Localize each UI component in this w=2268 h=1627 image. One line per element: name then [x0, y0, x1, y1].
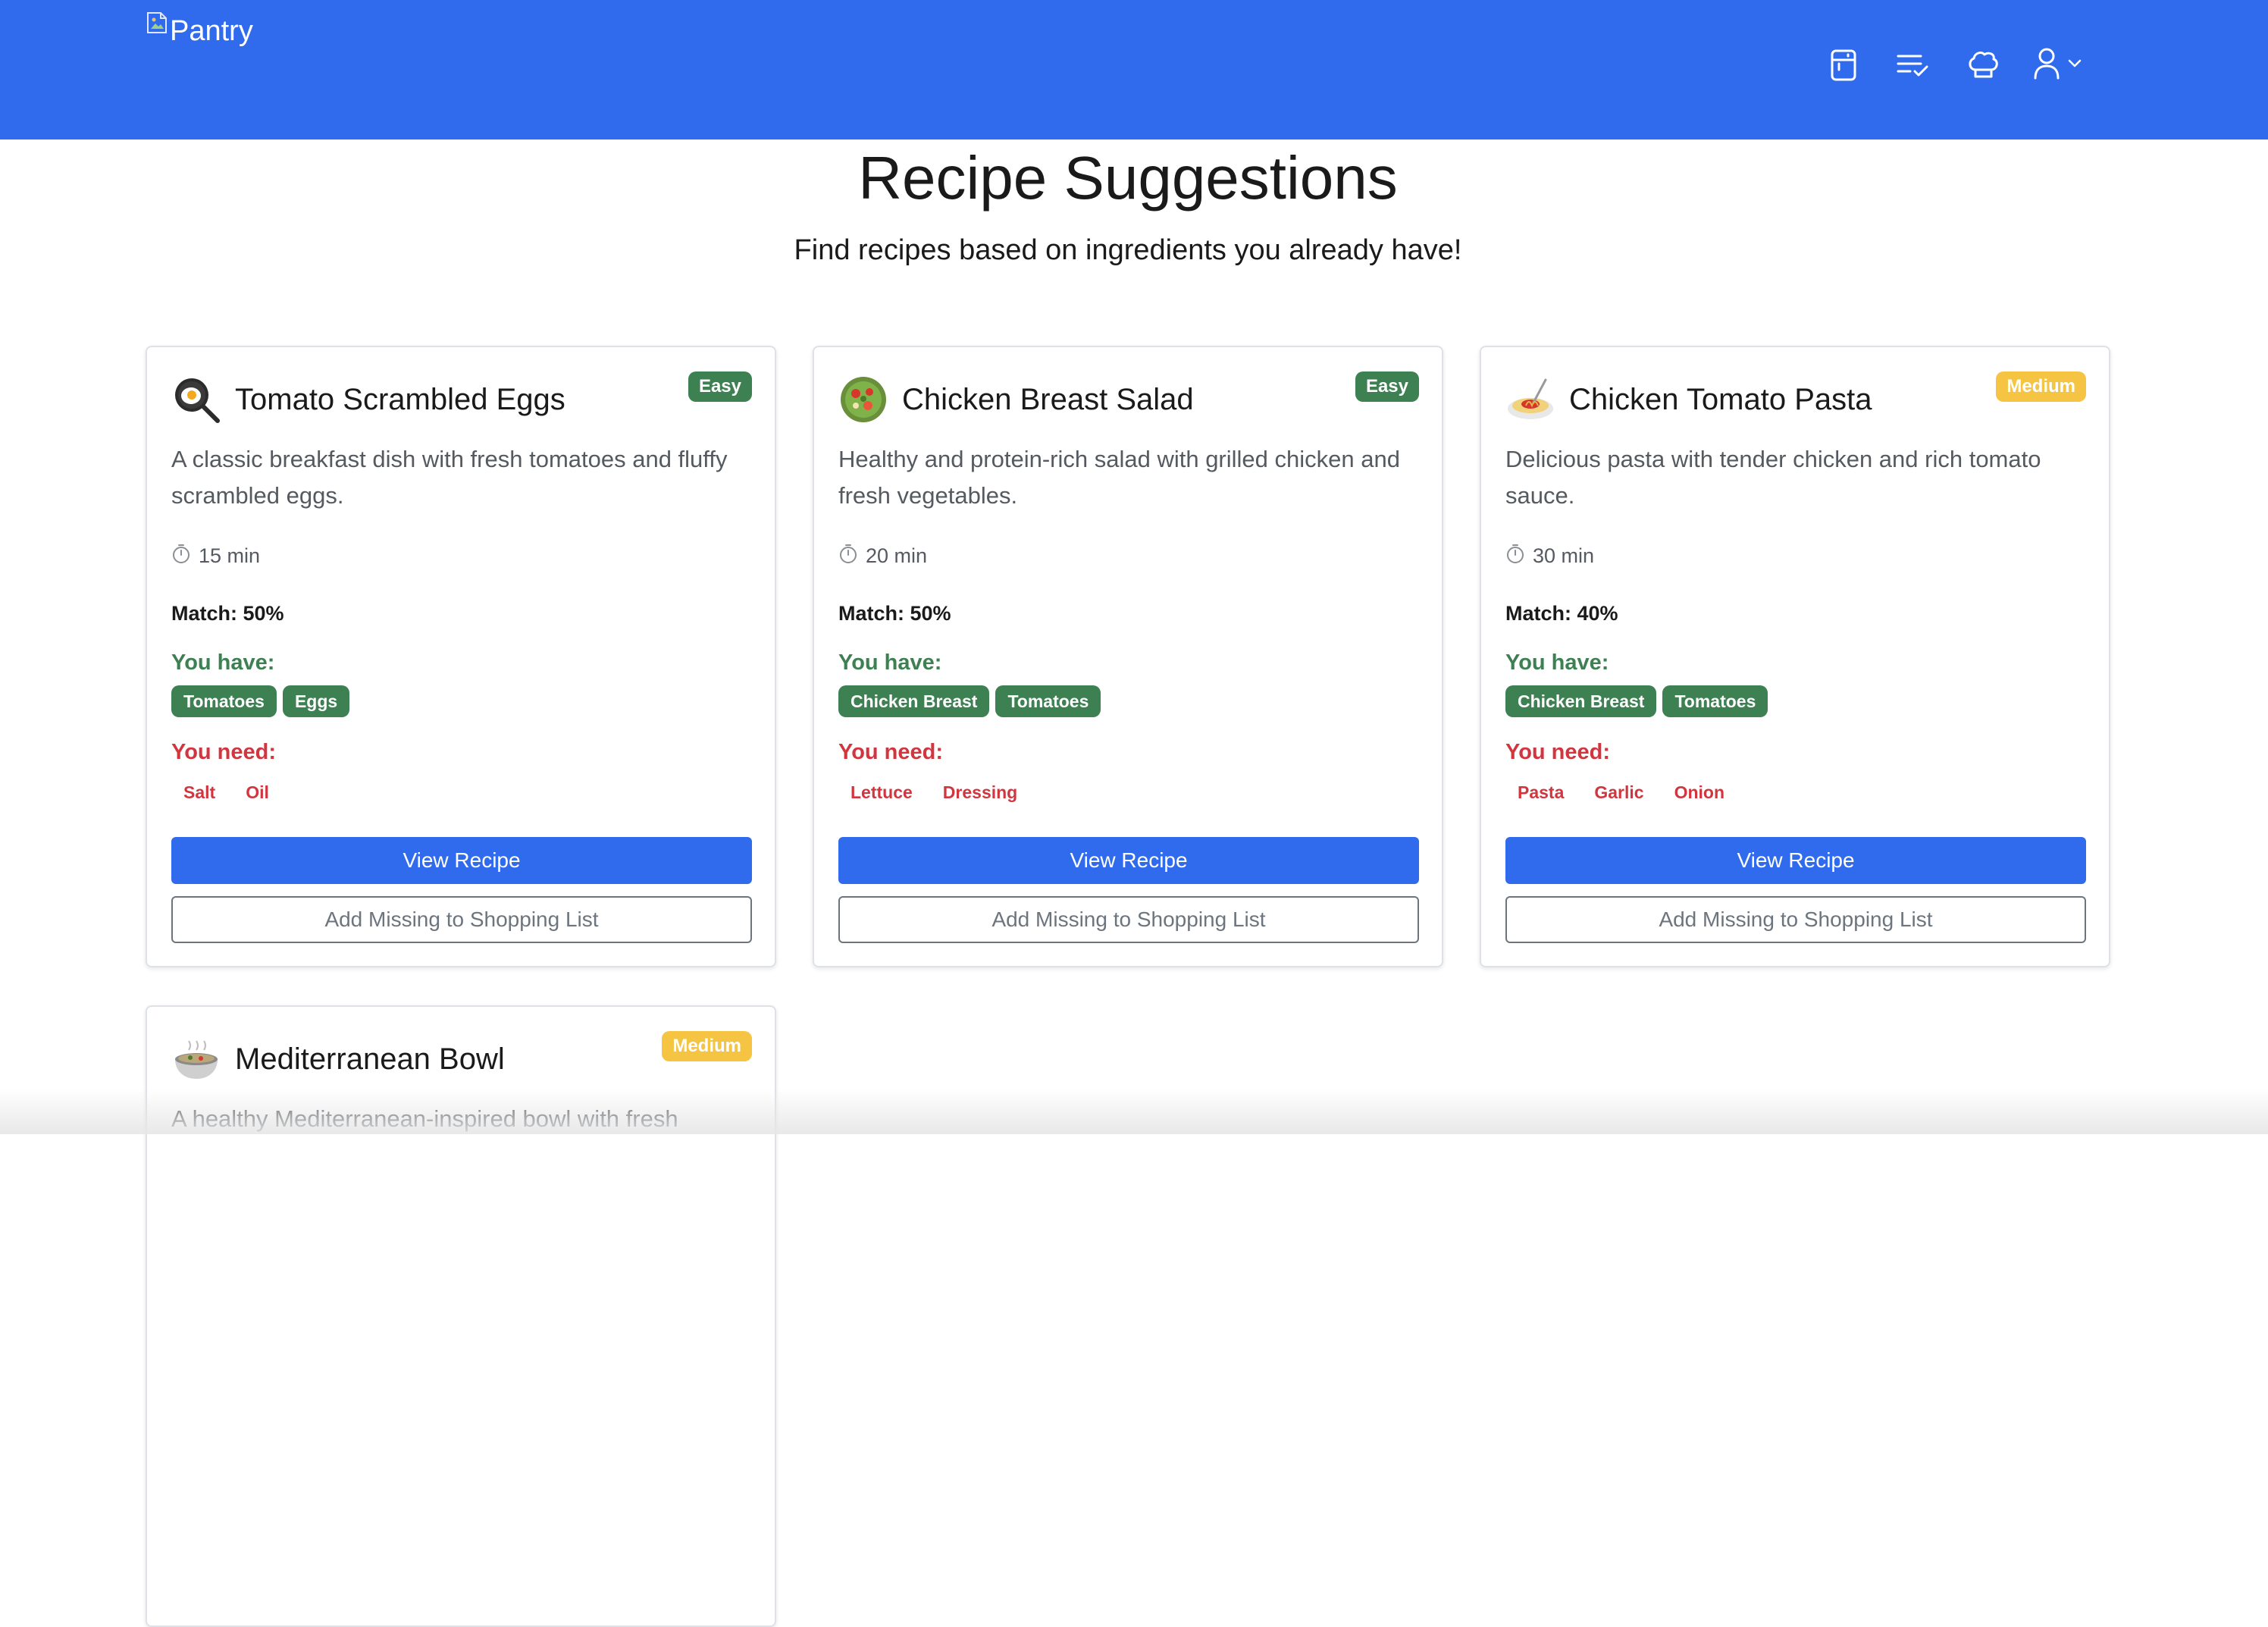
- recipe-title: Chicken Breast Salad: [902, 382, 1194, 416]
- have-ingredients: Chicken Breast Tomatoes: [838, 685, 1107, 717]
- match-percentage: Match: 50%: [171, 602, 284, 625]
- user-icon: [2033, 47, 2060, 84]
- user-menu-dropdown[interactable]: [2033, 47, 2082, 84]
- have-ingredient-pill: Eggs: [282, 685, 350, 717]
- need-ingredient-pill: Garlic: [1594, 782, 1644, 802]
- page-title: Recipe Suggestions: [858, 144, 1398, 212]
- cook-time-text: 30 min: [1533, 544, 1595, 567]
- cook-time-text: 15 min: [199, 544, 261, 567]
- match-percentage: Match: 50%: [838, 602, 951, 625]
- stopwatch-icon: [838, 543, 866, 569]
- salad-bowl-icon: [838, 375, 888, 425]
- view-recipe-button[interactable]: View Recipe: [838, 837, 1419, 884]
- add-missing-to-shopping-list-button[interactable]: Add Missing to Shopping List: [838, 896, 1419, 943]
- stopwatch-icon: [171, 543, 199, 569]
- checklist-icon[interactable]: [1894, 45, 1933, 85]
- view-recipe-button[interactable]: View Recipe: [1505, 837, 2086, 884]
- have-ingredients: Tomatoes Eggs: [171, 685, 356, 717]
- difficulty-badge: Easy: [1355, 371, 1419, 402]
- difficulty-badge: Medium: [662, 1031, 752, 1061]
- difficulty-badge: Easy: [688, 371, 752, 402]
- card-header: Tomato Scrambled Eggs: [171, 375, 565, 425]
- recipe-description: A healthy Mediterranean-inspired bowl wi…: [171, 1105, 678, 1132]
- recipe-card: Tomato Scrambled Eggs Easy A classic bre…: [146, 346, 776, 967]
- have-ingredient-pill: Tomatoes: [995, 685, 1101, 717]
- need-ingredient-pill: Oil: [246, 782, 269, 802]
- recipe-description: Healthy and protein-rich salad with gril…: [838, 446, 1400, 509]
- you-need-label: You need:: [838, 740, 944, 764]
- recipe-card: Chicken Tomato Pasta Medium Delicious pa…: [1480, 346, 2110, 967]
- frying-pan-egg-icon: [171, 375, 221, 425]
- cook-time: 15 min: [171, 543, 260, 569]
- difficulty-badge: Medium: [1996, 371, 2086, 402]
- need-ingredient-pill: Lettuce: [850, 782, 913, 802]
- need-ingredient-pill: Pasta: [1518, 782, 1565, 802]
- stew-bowl-icon: [171, 1034, 221, 1084]
- need-ingredients: Salt Oil: [171, 776, 287, 808]
- stopwatch-icon: [1505, 543, 1533, 569]
- view-recipe-button[interactable]: View Recipe: [171, 837, 752, 884]
- brand-alt-text: Pantry: [170, 15, 253, 47]
- add-missing-to-shopping-list-button[interactable]: Add Missing to Shopping List: [1505, 896, 2086, 943]
- match-percentage: Match: 40%: [1505, 602, 1618, 625]
- card-header: Chicken Tomato Pasta: [1505, 375, 1872, 425]
- need-ingredient-pill: Onion: [1674, 782, 1725, 802]
- need-ingredient-pill: Dressing: [942, 782, 1018, 802]
- you-have-label: You have:: [171, 650, 275, 675]
- page-subtitle: Find recipes based on ingredients you al…: [794, 234, 1462, 266]
- card-header: Chicken Breast Salad: [838, 375, 1194, 425]
- recipe-card: Chicken Breast Salad Easy Healthy and pr…: [813, 346, 1443, 967]
- recipe-card: Mediterranean Bowl Medium A healthy Medi…: [146, 1005, 776, 1627]
- chevron-down-icon: [2068, 58, 2082, 72]
- you-have-label: You have:: [1505, 650, 1609, 675]
- need-ingredients: Pasta Garlic Onion: [1505, 776, 1743, 808]
- recipe-title: Chicken Tomato Pasta: [1569, 382, 1872, 416]
- navbar: Pantry: [0, 0, 2268, 140]
- need-ingredient-pill: Salt: [183, 782, 216, 802]
- card-header: Mediterranean Bowl: [171, 1034, 505, 1084]
- chef-hat-icon[interactable]: [1963, 45, 2003, 85]
- have-ingredient-pill: Tomatoes: [1662, 685, 1768, 717]
- have-ingredients: Chicken Breast Tomatoes: [1505, 685, 1774, 717]
- add-missing-to-shopping-list-button[interactable]: Add Missing to Shopping List: [171, 896, 752, 943]
- broken-image-icon: [146, 11, 168, 35]
- you-need-label: You need:: [171, 740, 277, 764]
- have-ingredient-pill: Chicken Breast: [838, 685, 990, 717]
- cook-time: 30 min: [1505, 543, 1594, 569]
- have-ingredient-pill: Tomatoes: [171, 685, 277, 717]
- recipe-description: Delicious pasta with tender chicken and …: [1505, 446, 2041, 509]
- cook-time-text: 20 min: [866, 544, 928, 567]
- have-ingredient-pill: Chicken Breast: [1505, 685, 1657, 717]
- fridge-icon[interactable]: [1824, 45, 1863, 85]
- nav-icons: [1824, 45, 2082, 85]
- brand-logo-link[interactable]: Pantry: [146, 11, 253, 45]
- you-have-label: You have:: [838, 650, 942, 675]
- recipe-title: Tomato Scrambled Eggs: [235, 382, 565, 416]
- spaghetti-icon: [1505, 375, 1555, 425]
- need-ingredients: Lettuce Dressing: [838, 776, 1035, 808]
- recipe-title: Mediterranean Bowl: [235, 1042, 505, 1076]
- recipe-description: A classic breakfast dish with fresh toma…: [171, 446, 728, 509]
- cook-time: 20 min: [838, 543, 927, 569]
- you-need-label: You need:: [1505, 740, 1611, 764]
